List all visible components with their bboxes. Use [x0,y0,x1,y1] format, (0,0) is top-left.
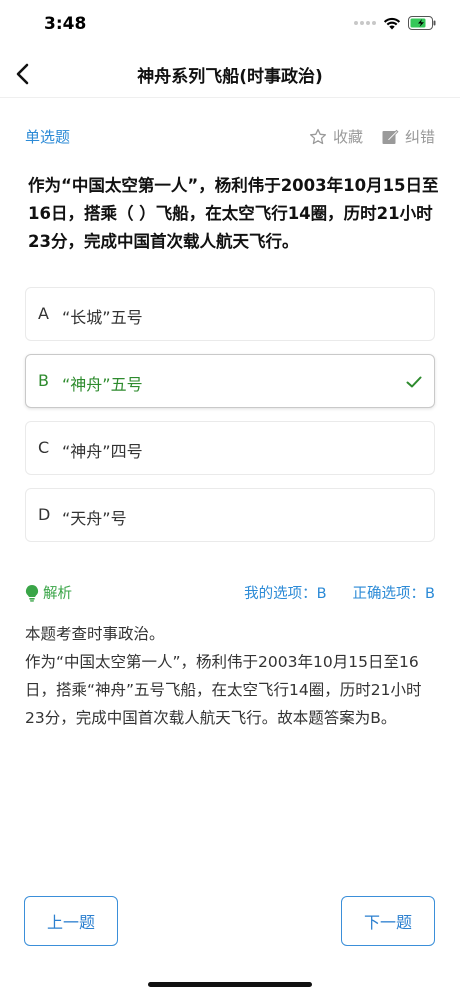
analysis-line: 作为“中国太空第一人”，杨利伟于2003年10月15日至16日，搭乘“神舟”五号… [25,653,422,727]
nav-bar: 神舟系列飞船(时事政治) [0,50,460,98]
my-answer: 我的选项：B [244,586,327,602]
option-letter: D [38,505,51,524]
answer-summary: 我的选项：B 正确选项：B [244,582,435,603]
option-c[interactable]: C “神舟”四号 [25,421,435,475]
analysis-label-text: 解析 [43,586,72,602]
favorite-label: 收藏 [332,128,363,146]
prev-question-button[interactable]: 上一题 [24,896,118,946]
correct-answer: 正确选项：B [352,586,435,602]
favorite-button[interactable]: 收藏 [309,126,363,147]
star-icon [309,128,327,144]
checkmark-icon [406,376,422,388]
next-question-button[interactable]: 下一题 [341,896,435,946]
status-bar: 3:48 [0,0,460,50]
wifi-icon [383,17,401,29]
option-a[interactable]: A “长城”五号 [25,287,435,341]
option-letter: A [38,304,49,323]
option-d[interactable]: D “天舟”号 [25,488,435,542]
analysis-body: 本题考查时事政治。 作为“中国太空第一人”，杨利伟于2003年10月15日至16… [25,620,439,732]
status-icons [354,16,436,30]
home-indicator [148,982,312,987]
option-letter: B [38,371,49,390]
question-actions: 收藏 纠错 [309,126,435,147]
option-b[interactable]: B “神舟”五号 [25,354,435,408]
option-text: “天舟”号 [62,509,127,528]
question-text: 作为“中国太空第一人”，杨利伟于2003年10月15日至16日，搭乘（ ）飞船，… [28,176,439,251]
report-error-button[interactable]: 纠错 [381,126,435,147]
option-text: “神舟”五号 [62,375,143,394]
analysis-header: 解析 我的选项：B 正确选项：B [25,582,435,604]
analysis-line: 本题考查时事政治。 [25,625,165,643]
edit-icon [382,129,399,144]
signal-icon [354,21,376,25]
option-letter: C [38,438,50,457]
battery-icon [408,16,436,30]
question-header: 单选题 收藏 纠错 [25,126,435,148]
analysis-label: 解析 [25,582,72,603]
report-error-label: 纠错 [404,128,435,146]
lightbulb-icon [25,584,39,602]
option-text: “神舟”四号 [62,442,143,461]
page-title: 神舟系列飞船(时事政治) [137,67,323,87]
option-text: “长城”五号 [62,308,143,327]
status-time: 3:48 [44,14,87,34]
question-type-label: 单选题 [25,128,71,146]
